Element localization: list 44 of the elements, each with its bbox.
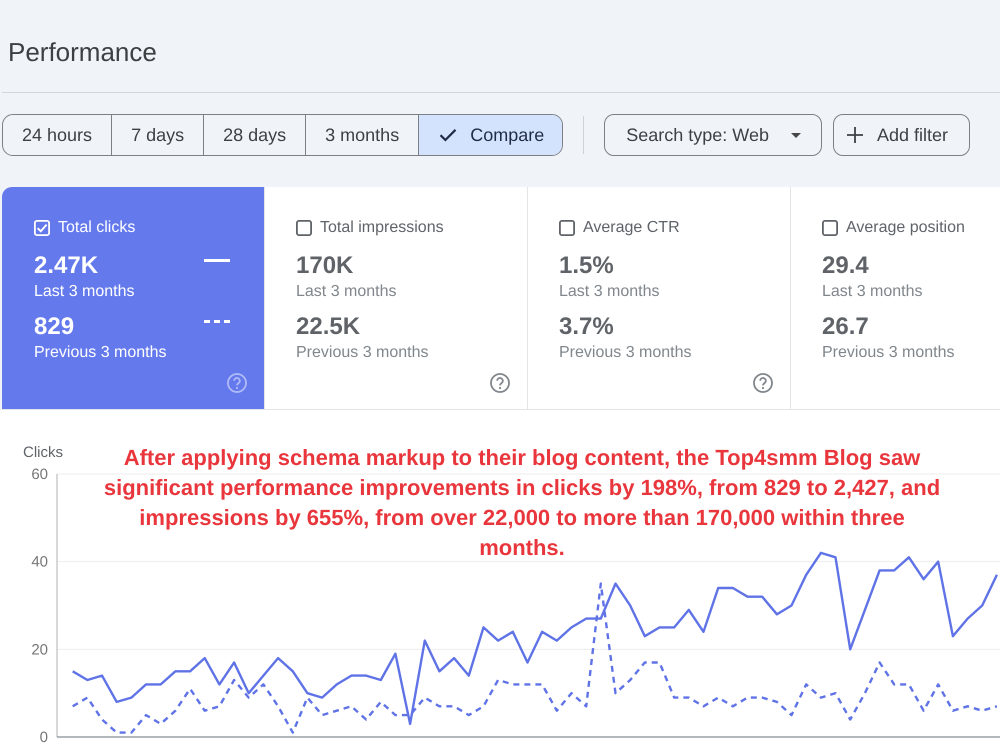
metric-label: Total clicks: [58, 218, 136, 238]
y-tick-label: 60: [31, 466, 48, 483]
help-icon[interactable]: [753, 373, 773, 393]
metric-label: Average position: [846, 218, 965, 238]
check-icon: [439, 128, 458, 142]
dropdown-button[interactable]: Search type: Web: [604, 114, 822, 156]
y-axis-title: Clicks: [23, 444, 63, 461]
page-title: Performance: [8, 36, 157, 68]
help-icon[interactable]: [227, 373, 247, 393]
help-icon[interactable]: [490, 373, 510, 393]
period-label: Previous 3 months: [296, 343, 430, 363]
period-label: Last 3 months: [34, 282, 136, 302]
metric-label: Total impressions: [320, 218, 444, 238]
period-label: Previous 3 months: [559, 343, 693, 363]
period-label: Last 3 months: [296, 282, 398, 302]
checkbox[interactable]: [822, 220, 838, 236]
y-tick-label: 20: [31, 641, 48, 658]
plus-icon: [846, 127, 863, 143]
metric-value: 2.47K: [34, 252, 98, 280]
range-button[interactable]: Compare: [418, 115, 562, 155]
range-button[interactable]: 24 hours: [3, 115, 112, 155]
metric-value: 22.5K: [296, 313, 360, 341]
range-button[interactable]: 28 days: [203, 115, 306, 155]
solid-line-legend-icon: [204, 258, 230, 262]
metric-value: 3.7%: [559, 313, 614, 341]
dashed-line-legend-icon: [204, 320, 230, 322]
metric-value: 170K: [296, 252, 354, 280]
checkbox[interactable]: [559, 220, 575, 236]
metric-value: 29.4: [822, 252, 869, 280]
metric-value: 26.7: [822, 313, 869, 341]
period-label: Last 3 months: [559, 282, 660, 302]
metric-label: Average CTR: [583, 218, 680, 238]
metric-value: 1.5%: [559, 252, 614, 280]
metric-value: 829: [34, 313, 74, 341]
caret-icon: [790, 132, 801, 138]
add-filter-button[interactable]: Add filter: [832, 114, 970, 156]
range-button[interactable]: 7 days: [111, 115, 204, 155]
period-label: Last 3 months: [822, 282, 924, 302]
checkbox[interactable]: [296, 220, 312, 236]
period-label: Previous 3 months: [822, 343, 956, 363]
y-tick-label: 0: [40, 729, 48, 746]
annotation-text: After applying schema markup to their blog content, the Top4smm Blog saw significant performance improvements in clicks by 198%, from 829 to 2,427, and impressions by 655%, from over 22,000 to more than 170,000 within three months.: [102, 444, 942, 562]
y-tick-label: 40: [31, 554, 48, 571]
period-label: Previous 3 months: [34, 343, 168, 363]
